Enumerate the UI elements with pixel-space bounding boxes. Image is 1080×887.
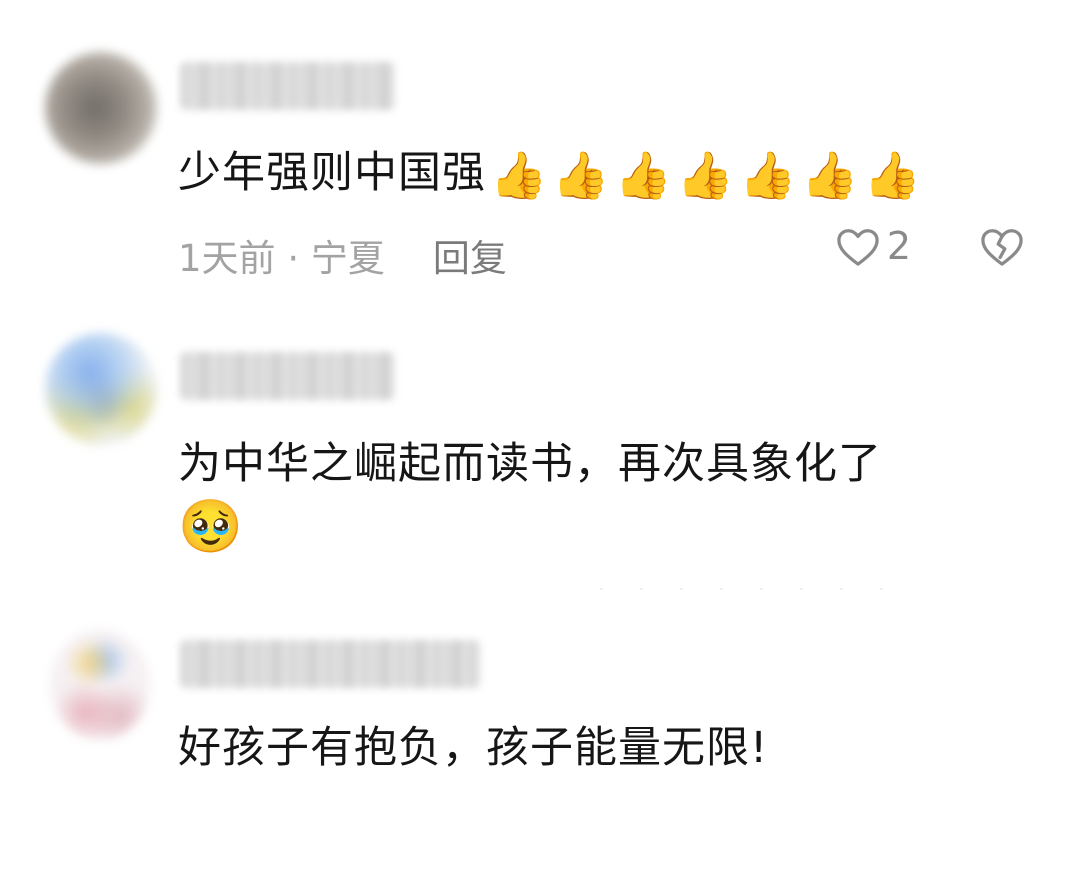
thumbs-up-emoji: 👍: [614, 148, 673, 202]
meta-separator: ·: [287, 237, 300, 280]
comment-meta-row: 1天前 · 宁夏 回复 2: [178, 224, 1025, 280]
comment-text: 好孩子有抱负，孩子能量无限!: [178, 717, 1040, 779]
comment-meta: 1天前 · 宁夏 回复: [178, 228, 507, 282]
comment-text: 为中华之崛起而读书，再次具象化了 🥹: [178, 433, 1040, 557]
comment-text: 少年强则中国强👍👍👍👍👍👍👍: [178, 142, 1040, 204]
avatar[interactable]: [45, 333, 157, 445]
comment-body: 少年强则中国强: [178, 148, 486, 198]
like-count: 2: [886, 224, 911, 268]
divider: [600, 588, 900, 590]
comment-body: 为中华之崛起而读书，再次具象化了: [178, 439, 882, 489]
thumbs-up-emoji: 👍: [739, 148, 798, 202]
comment-time: 1天前: [178, 237, 276, 280]
username-redacted[interactable]: [180, 352, 395, 400]
broken-heart-icon[interactable]: [979, 225, 1025, 267]
comment-body: 好孩子有抱负，孩子能量无限!: [178, 723, 769, 773]
comment-location: 宁夏: [310, 237, 385, 280]
thumbs-up-emoji: 👍: [863, 148, 922, 202]
avatar[interactable]: [50, 630, 150, 740]
thumbs-up-emoji: 👍: [490, 148, 549, 202]
reply-button[interactable]: 回复: [433, 237, 507, 280]
pleading-face-emoji: 🥹: [178, 497, 244, 557]
thumbs-up-emoji: 👍: [552, 148, 611, 202]
heart-outline-icon: [835, 225, 881, 267]
username-redacted[interactable]: [180, 640, 480, 688]
thumbs-up-emoji: 👍: [801, 148, 860, 202]
like-button[interactable]: 2: [835, 224, 911, 268]
thumbs-up-emoji: 👍: [676, 148, 736, 202]
avatar[interactable]: [45, 52, 157, 164]
username-redacted[interactable]: [180, 62, 395, 110]
reaction-group: 2: [835, 224, 1025, 268]
